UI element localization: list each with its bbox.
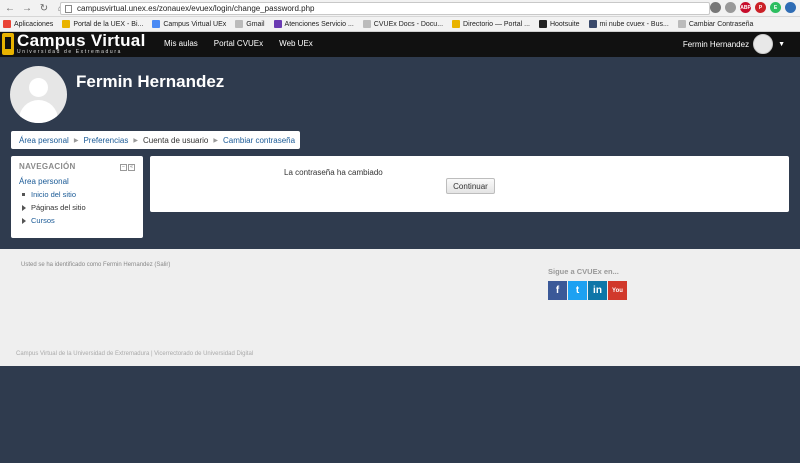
social-links: f t in You bbox=[548, 281, 627, 300]
apps-icon bbox=[3, 20, 11, 28]
user-name: Fermin Hernandez bbox=[682, 39, 750, 49]
reload-icon[interactable]: ↻ bbox=[37, 1, 51, 15]
bookmark-label: Directorio — Portal ... bbox=[463, 20, 530, 28]
bookmark-label: Portal de la UEX - Bi... bbox=[73, 20, 144, 28]
logo-title: Campus Virtual bbox=[17, 31, 146, 50]
owl-icon bbox=[538, 20, 547, 28]
pinterest-icon[interactable]: P bbox=[755, 2, 766, 13]
login-info: Usted se ha identificado como Fermin Her… bbox=[21, 262, 171, 268]
breadcrumb-area-personal[interactable]: Área personal bbox=[19, 136, 69, 145]
cloud-icon bbox=[588, 20, 597, 28]
twitter-icon[interactable]: t bbox=[568, 281, 587, 300]
uex-logo-icon bbox=[2, 33, 14, 55]
address-bar-url: campusvirtual.unex.es/zonauex/evuex/logi… bbox=[77, 4, 315, 13]
bookmark-item[interactable]: mi nube cvuex - Bus... bbox=[588, 20, 669, 28]
youtube-icon[interactable]: You bbox=[608, 281, 627, 300]
star-icon[interactable] bbox=[725, 2, 736, 13]
bookmark-item[interactable]: CVUEx Docs - Docu... bbox=[362, 20, 444, 28]
evernote-icon[interactable]: E bbox=[770, 2, 781, 13]
extension-icons: ABP P E bbox=[710, 2, 796, 13]
linkedin-icon[interactable]: in bbox=[588, 281, 607, 300]
main-content: La contraseña ha cambiado Continuar bbox=[150, 156, 789, 212]
profile-avatar bbox=[10, 66, 67, 123]
bookmark-label: Aplicaciones bbox=[14, 20, 54, 28]
uex-icon bbox=[452, 20, 461, 28]
navigation-block: NAVEGACIÓN − « Área personal Inicio del … bbox=[11, 156, 143, 238]
uex-icon bbox=[62, 20, 71, 28]
browser-toolbar: ← → ↻ ⌂ campusvirtual.unex.es/zonauex/ev… bbox=[0, 0, 800, 17]
expand-arrow-icon bbox=[22, 204, 26, 211]
forward-icon[interactable]: → bbox=[20, 1, 34, 15]
campus-logo[interactable]: Campus Virtual Universidad de Extremadur… bbox=[2, 31, 146, 55]
bookmark-label: Gmail bbox=[246, 20, 265, 28]
collapse-block-icon[interactable]: − bbox=[120, 164, 127, 171]
navigation-heading: NAVEGACIÓN bbox=[19, 162, 76, 171]
bullet-icon bbox=[22, 193, 25, 196]
chrome-icon bbox=[152, 20, 161, 28]
bookmark-label: mi nube cvuex - Bus... bbox=[599, 20, 669, 28]
bookmark-item[interactable]: Directorio — Portal ... bbox=[452, 20, 530, 28]
page-title: Fermin Hernandez bbox=[76, 72, 225, 91]
abp-icon[interactable]: ABP bbox=[740, 2, 751, 13]
bookmark-label: Atenciones Servicio ... bbox=[284, 20, 354, 28]
back-icon[interactable]: ← bbox=[3, 1, 17, 15]
social-heading: Sigue a CVUEx en... bbox=[548, 267, 619, 276]
main-nav: Mis aulas Portal CVUEx Web UEx bbox=[164, 39, 313, 48]
nav-web-uex[interactable]: Web UEx bbox=[279, 39, 313, 48]
breadcrumb-cuenta-usuario: Cuenta de usuario bbox=[142, 135, 209, 145]
address-bar[interactable]: campusvirtual.unex.es/zonauex/evuex/logi… bbox=[60, 2, 710, 15]
nav-portal-cvuex[interactable]: Portal CVUEx bbox=[214, 39, 263, 48]
bookmark-item[interactable]: Campus Virtual UEx bbox=[152, 20, 226, 28]
document-icon bbox=[362, 20, 371, 28]
document-icon bbox=[235, 20, 244, 28]
page-footer: Usted se ha identificado como Fermin Her… bbox=[0, 249, 800, 366]
bookmark-item[interactable]: Gmail bbox=[235, 20, 265, 28]
document-icon bbox=[677, 20, 686, 28]
bookmark-label: CVUEx Docs - Docu... bbox=[373, 20, 444, 28]
nav-item-cursos[interactable]: Cursos bbox=[22, 216, 135, 225]
key-icon[interactable] bbox=[710, 2, 721, 13]
nav-item-inicio[interactable]: Inicio del sitio bbox=[22, 190, 135, 199]
calendar-icon bbox=[273, 20, 282, 28]
facebook-icon[interactable]: f bbox=[548, 281, 567, 300]
user-menu[interactable]: Fermin Hernandez ▼ bbox=[683, 34, 785, 54]
breadcrumb-separator-icon: ▶ bbox=[73, 137, 79, 144]
bookmark-item[interactable]: Cambiar Contraseña bbox=[677, 20, 754, 28]
bookmark-label: Cambiar Contraseña bbox=[688, 20, 754, 28]
breadcrumb-separator-icon: ▶ bbox=[213, 137, 218, 144]
continue-button[interactable]: Continuar bbox=[446, 178, 495, 194]
user-avatar bbox=[753, 34, 774, 54]
bookmark-item[interactable]: Atenciones Servicio ... bbox=[273, 20, 354, 28]
page-icon bbox=[65, 4, 72, 13]
expand-arrow-icon bbox=[22, 217, 26, 224]
nav-home-link[interactable]: Área personal bbox=[19, 177, 135, 186]
bookmarks-bar: Aplicaciones Portal de la UEX - Bi... Camp… bbox=[0, 17, 800, 32]
bookmark-item[interactable]: Hootsuite bbox=[538, 20, 580, 28]
breadcrumb-separator-icon: ▶ bbox=[133, 137, 138, 144]
bookmark-item[interactable]: Portal de la UEX - Bi... bbox=[62, 20, 143, 28]
nav-item-paginas[interactable]: Páginas del sitio bbox=[22, 203, 135, 212]
footer-copyright: Campus Virtual de la Universidad de Extr… bbox=[16, 351, 254, 357]
bookmark-item[interactable]: Aplicaciones bbox=[3, 20, 53, 28]
chevron-down-icon: ▼ bbox=[778, 40, 785, 48]
nav-mis-aulas[interactable]: Mis aulas bbox=[164, 39, 198, 48]
breadcrumb-cambiar-contrasena[interactable]: Cambiar contraseña bbox=[223, 136, 295, 145]
dock-block-icon[interactable]: « bbox=[128, 164, 135, 171]
extension-icon[interactable] bbox=[785, 2, 796, 13]
bookmark-label: Hootsuite bbox=[549, 20, 580, 28]
breadcrumb-preferencias[interactable]: Preferencias bbox=[83, 136, 128, 145]
password-changed-message: La contraseña ha cambiado bbox=[284, 168, 383, 177]
bookmark-label: Campus Virtual UEx bbox=[163, 20, 227, 28]
breadcrumb: Área personal ▶ Preferencias ▶ Cuenta de… bbox=[11, 131, 300, 149]
